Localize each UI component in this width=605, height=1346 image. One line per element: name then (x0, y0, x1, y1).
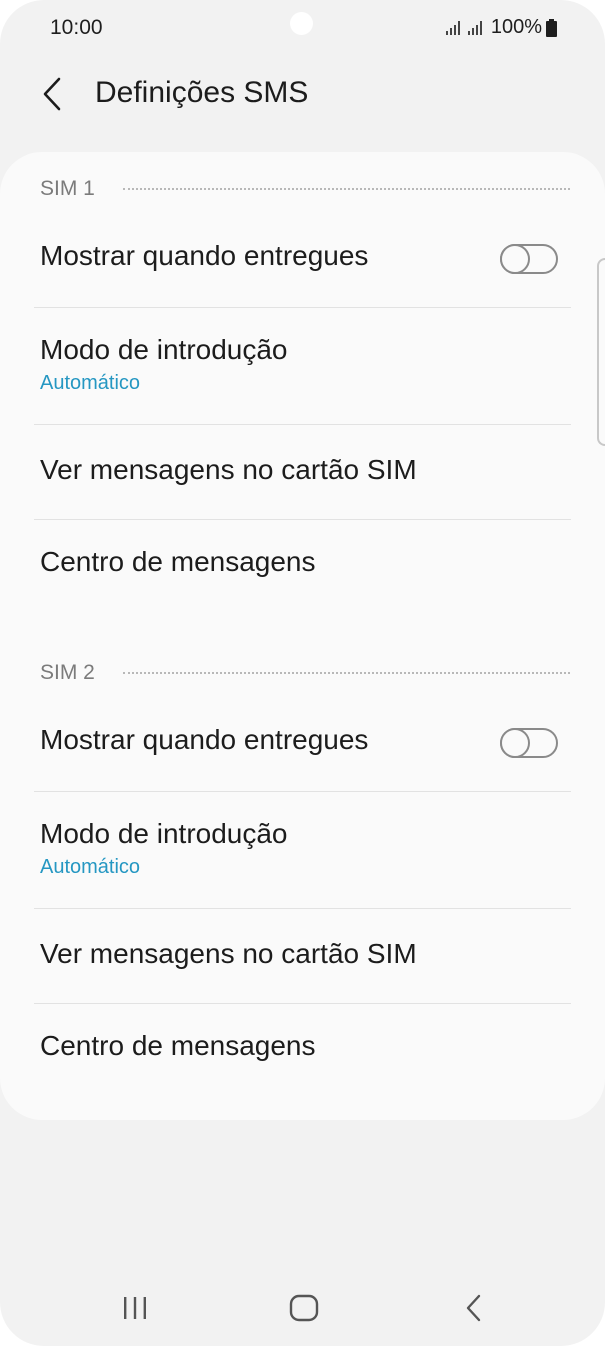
setting-label: Ver mensagens no cartão SIM (40, 938, 417, 969)
delivered-toggle-sim2[interactable] (500, 728, 558, 758)
row-divider (34, 519, 571, 520)
setting-message-center-sim2[interactable]: Centro de mensagens (40, 1030, 570, 1062)
toggle-knob (500, 244, 530, 274)
app-header: Definições SMS (0, 60, 605, 130)
row-divider (34, 1003, 571, 1004)
page-title: Definições SMS (95, 76, 309, 109)
back-icon (466, 1294, 481, 1322)
setting-show-delivered-sim1[interactable]: Mostrar quando entregues (40, 240, 570, 284)
status-icons: 100% (445, 16, 557, 39)
status-time: 10:00 (50, 16, 103, 39)
chevron-left-icon (43, 77, 61, 111)
camera-cutout (290, 12, 313, 35)
navigation-bar (0, 1270, 605, 1346)
setting-label: Mostrar quando entregues (40, 240, 369, 271)
row-divider (34, 424, 571, 425)
setting-label: Modo de introdução (40, 334, 288, 365)
row-divider (34, 791, 571, 792)
section-header-sim1: SIM 1 (40, 174, 570, 204)
recents-icon (124, 1297, 146, 1319)
row-divider (34, 307, 571, 308)
setting-label: Centro de mensagens (40, 546, 316, 577)
settings-card: SIM 1 Mostrar quando entregues Modo de i… (0, 152, 605, 1120)
setting-view-sim-messages-sim2[interactable]: Ver mensagens no cartão SIM (40, 938, 570, 970)
scrollbar[interactable] (597, 258, 605, 446)
setting-input-mode-sim1[interactable]: Modo de introdução Automático (40, 334, 570, 395)
setting-message-center-sim1[interactable]: Centro de mensagens (40, 546, 570, 578)
setting-view-sim-messages-sim1[interactable]: Ver mensagens no cartão SIM (40, 454, 570, 486)
toggle-knob (500, 728, 530, 758)
setting-value: Automático (40, 372, 141, 394)
battery-percent: 100% (490, 16, 542, 38)
home-button[interactable] (274, 1290, 334, 1326)
section-divider (122, 188, 570, 190)
status-bar: 10:00 100% (0, 0, 605, 56)
home-icon (289, 1294, 319, 1322)
phone-screen: 10:00 100% Definições SMS SIM 1 Mostrar … (0, 0, 605, 1346)
recents-button[interactable] (105, 1290, 165, 1326)
section-divider (122, 672, 570, 674)
section-title: SIM 1 (40, 177, 95, 200)
setting-label: Modo de introdução (40, 818, 288, 849)
row-divider (34, 908, 571, 909)
setting-show-delivered-sim2[interactable]: Mostrar quando entregues (40, 724, 570, 768)
setting-input-mode-sim2[interactable]: Modo de introdução Automático (40, 818, 570, 879)
battery-icon (546, 18, 557, 37)
setting-label: Centro de mensagens (40, 1030, 316, 1061)
nav-back-button[interactable] (444, 1290, 504, 1326)
setting-label: Mostrar quando entregues (40, 724, 369, 755)
signal-sim1-icon (445, 20, 460, 35)
setting-label: Ver mensagens no cartão SIM (40, 454, 417, 485)
setting-value: Automático (40, 856, 141, 878)
section-title: SIM 2 (40, 661, 95, 684)
delivered-toggle-sim1[interactable] (500, 244, 558, 274)
back-button[interactable] (30, 72, 74, 116)
signal-sim2-icon (467, 20, 482, 35)
section-header-sim2: SIM 2 (40, 658, 570, 688)
